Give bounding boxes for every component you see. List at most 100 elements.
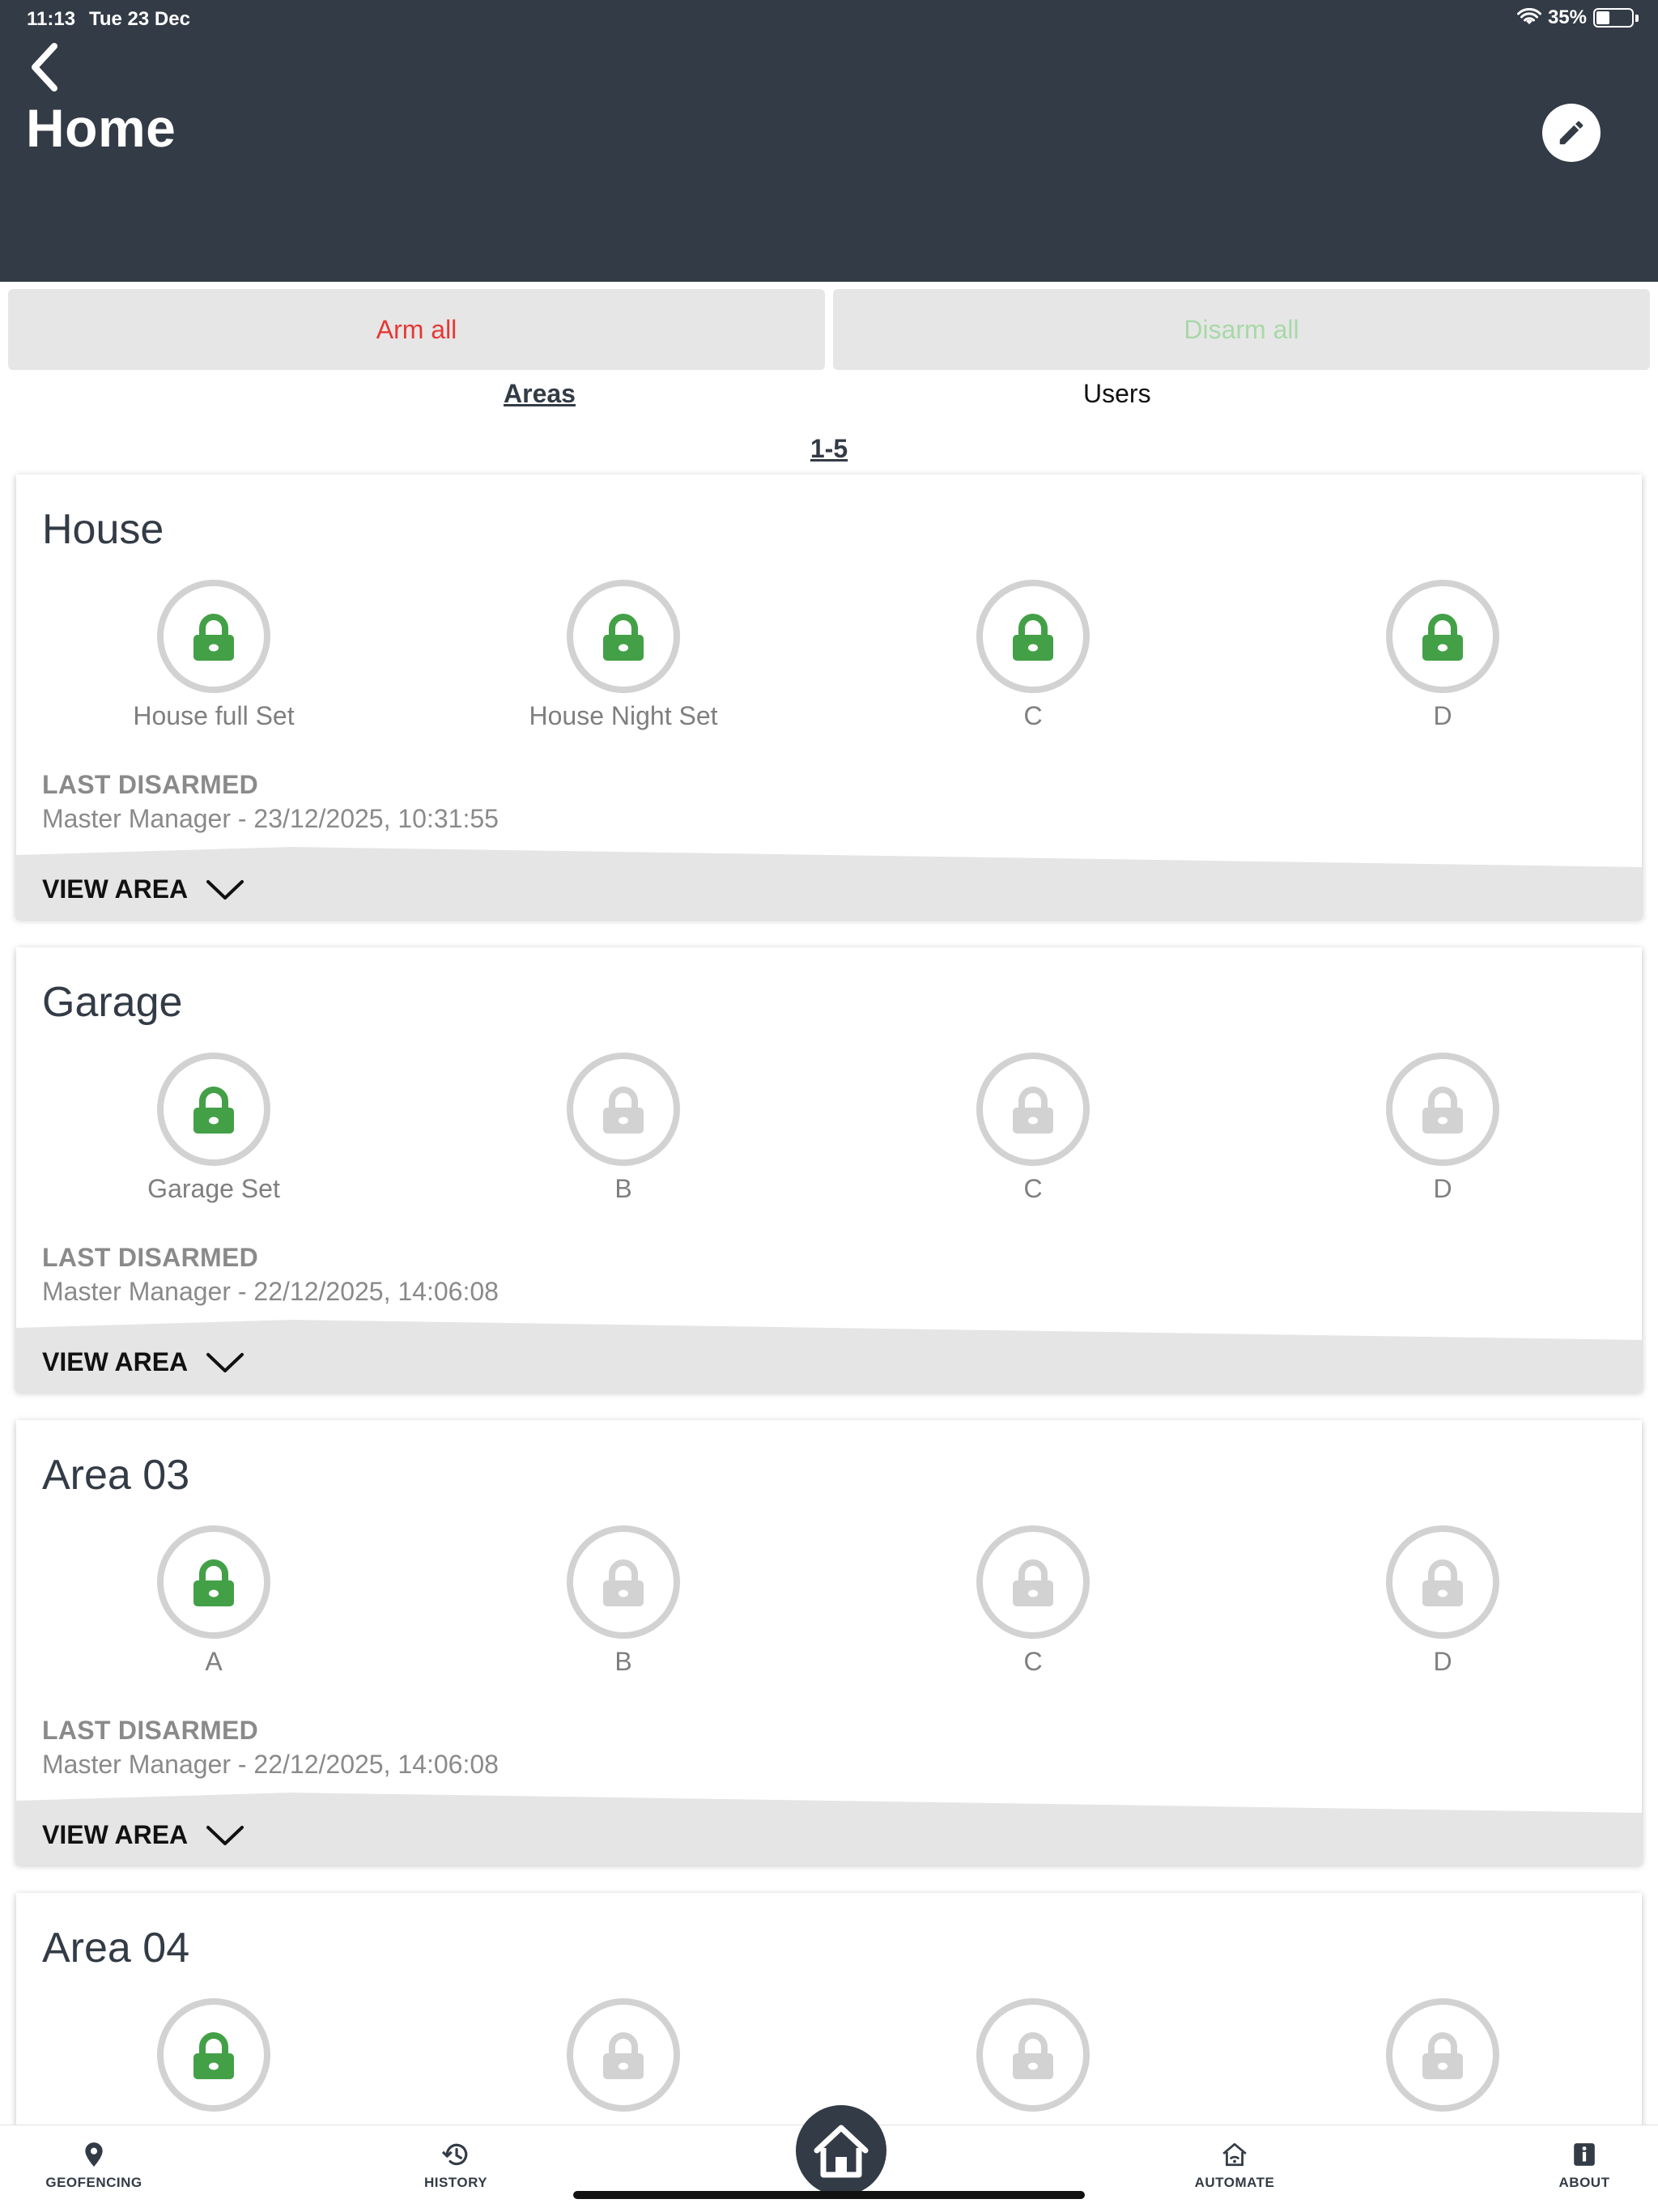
lock-icon	[1422, 2032, 1463, 2079]
view-area-label: VIEW AREA	[42, 874, 189, 904]
partition-lock-button[interactable]	[1386, 1998, 1499, 2112]
partition[interactable]	[1281, 1998, 1605, 2112]
partition-lock-button[interactable]	[1386, 1525, 1499, 1639]
partition-lock-button[interactable]	[157, 580, 270, 693]
last-disarmed-value: Master Manager - 23/12/2025, 10:31:55	[42, 804, 499, 833]
tab-areas[interactable]: Areas	[504, 379, 576, 409]
partition-lock-button[interactable]	[567, 1525, 680, 1639]
partition-lock-button[interactable]	[567, 580, 680, 693]
lock-icon	[1013, 614, 1053, 661]
tab-users[interactable]: Users	[1083, 379, 1151, 409]
view-area-footer[interactable]: VIEW AREA	[16, 1793, 1642, 1865]
area-name: House	[42, 506, 164, 553]
partition[interactable]: Garage Set	[52, 1053, 376, 1204]
last-disarmed-label: LAST DISARMED	[42, 1243, 259, 1272]
partition[interactable]: D	[1281, 1053, 1605, 1204]
partition-lock-button[interactable]	[976, 1525, 1090, 1639]
partition-lock-button[interactable]	[567, 1998, 680, 2112]
partition-label: D	[1433, 701, 1452, 730]
partition[interactable]: C	[871, 580, 1195, 731]
back-button[interactable]	[24, 39, 65, 96]
pencil-icon	[1559, 121, 1584, 145]
view-area-button[interactable]: VIEW AREA	[42, 1347, 244, 1377]
lock-icon	[1013, 2032, 1053, 2079]
partition-lock-button[interactable]	[976, 1998, 1090, 2112]
partition[interactable]: C	[871, 1053, 1195, 1204]
partition-lock-button[interactable]	[1386, 580, 1499, 693]
status-date: Tue 23 Dec	[89, 8, 190, 30]
view-area-footer[interactable]: VIEW AREA	[16, 1320, 1642, 1393]
partition-label: C	[1023, 1647, 1043, 1676]
area-name: Garage	[42, 979, 183, 1026]
last-disarmed-label: LAST DISARMED	[42, 1716, 259, 1745]
partition-lock-button[interactable]	[157, 1998, 270, 2112]
last-disarmed-label: LAST DISARMED	[42, 770, 259, 799]
page-title: Home	[26, 98, 176, 158]
battery-percent: 35%	[1547, 6, 1587, 28]
partition[interactable]: D	[1281, 580, 1605, 731]
chevron-down-icon	[206, 1352, 244, 1372]
chevron-down-icon	[206, 879, 244, 900]
partition-lock-button[interactable]	[157, 1525, 270, 1639]
partition-lock-button[interactable]	[157, 1053, 270, 1166]
edit-button[interactable]	[1542, 104, 1601, 162]
partition-label: C	[1023, 1174, 1043, 1203]
partition[interactable]	[52, 1998, 376, 2112]
chevron-down-icon	[206, 1825, 244, 1845]
area-name: Area 04	[42, 1925, 190, 1972]
view-area-footer[interactable]: VIEW AREA	[16, 847, 1642, 920]
footer-background	[16, 847, 1642, 920]
partition-lock-button[interactable]	[976, 1053, 1090, 1166]
nav-geofencing[interactable]: GEOFENCING	[29, 2142, 159, 2191]
info-icon	[1574, 2143, 1595, 2166]
lock-icon	[193, 614, 234, 661]
last-disarmed-value: Master Manager - 22/12/2025, 14:06:08	[42, 1277, 499, 1306]
lock-icon	[193, 1559, 234, 1606]
partition[interactable]: B	[461, 1525, 785, 1677]
nav-about[interactable]: ABOUT	[1520, 2142, 1649, 2191]
partition-label: House Night Set	[529, 701, 718, 730]
partition[interactable]: C	[871, 1525, 1195, 1677]
nav-history[interactable]: HISTORY	[391, 2142, 521, 2191]
lock-icon	[1422, 1559, 1463, 1606]
header: 11:13 Tue 23 Dec 35% Home	[0, 0, 1658, 282]
wifi-icon	[1516, 8, 1541, 24]
view-area-label: VIEW AREA	[42, 1347, 189, 1376]
lock-icon	[1422, 614, 1463, 661]
partition-lock-button[interactable]	[567, 1053, 680, 1166]
partition[interactable]: House Night Set	[461, 580, 785, 731]
area-name: Area 03	[42, 1452, 190, 1499]
arm-all-button[interactable]: Arm all	[8, 289, 825, 370]
home-icon	[814, 2125, 869, 2178]
view-area-button[interactable]: VIEW AREA	[42, 1820, 244, 1850]
partition-label: C	[1023, 701, 1043, 730]
partition-label: D	[1433, 1174, 1452, 1203]
lock-icon	[603, 1559, 644, 1606]
partition[interactable]	[461, 1998, 785, 2112]
home-indicator	[573, 2191, 1085, 2199]
battery-fill	[1596, 11, 1610, 24]
home-button[interactable]	[796, 2105, 886, 2196]
lock-icon	[603, 614, 644, 661]
partition[interactable]: B	[461, 1053, 785, 1204]
partition-lock-button[interactable]	[976, 580, 1090, 693]
nav-about-label: ABOUT	[1558, 2175, 1610, 2190]
partition[interactable]: D	[1281, 1525, 1605, 1677]
partition[interactable]	[871, 1998, 1195, 2112]
lock-icon	[603, 2032, 644, 2079]
partition[interactable]: A	[52, 1525, 376, 1677]
partition[interactable]: House full Set	[52, 580, 376, 731]
history-icon	[441, 2143, 468, 2166]
view-area-button[interactable]: VIEW AREA	[42, 874, 244, 904]
area-card: Area 03 A B C D LAST DISARMED Master Man…	[16, 1420, 1642, 1865]
nav-automate[interactable]: AUTOMATE	[1170, 2142, 1299, 2191]
battery-icon	[1593, 8, 1639, 28]
area-card: House House full Set House Night Set C D	[16, 474, 1642, 920]
lock-icon	[603, 1087, 644, 1134]
pager-range[interactable]: 1-5	[0, 434, 1658, 464]
disarm-all-button[interactable]: Disarm all	[833, 289, 1650, 370]
partition-label: B	[614, 1174, 632, 1203]
partition-lock-button[interactable]	[1386, 1053, 1499, 1166]
nav-automate-label: AUTOMATE	[1194, 2175, 1275, 2190]
status-time: 11:13	[27, 8, 76, 30]
